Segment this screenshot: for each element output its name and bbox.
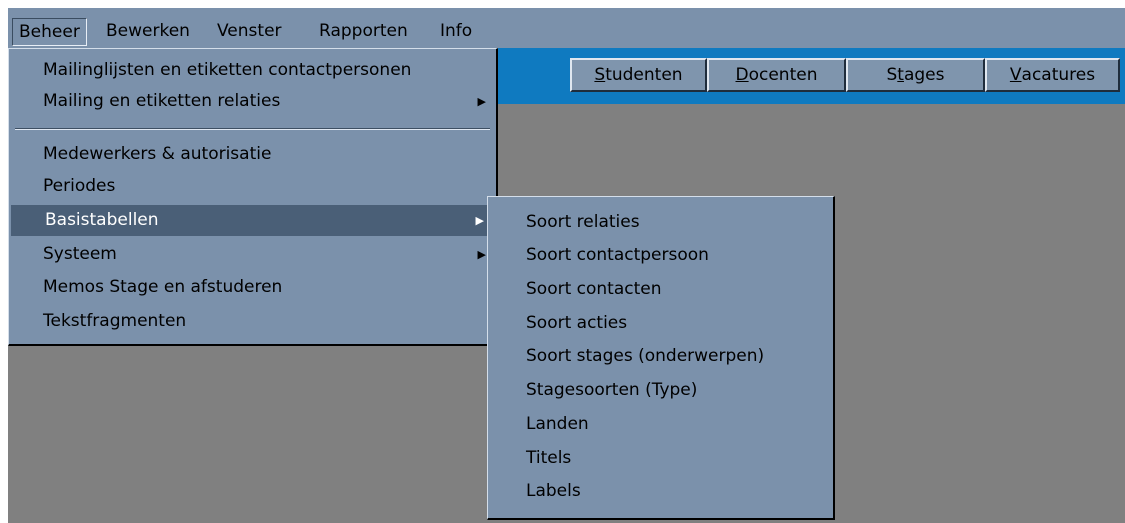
stages-label-rest: ages: [903, 65, 945, 85]
submenu-item-label: Labels: [526, 481, 581, 501]
vacatures-label-rest: acatures: [1021, 65, 1096, 85]
menu-item-tekstfragmenten[interactable]: Tekstfragmenten: [9, 306, 496, 337]
menu-item-systeem[interactable]: Systeem ▶: [9, 239, 496, 270]
menu-rapporten-label: Rapporten: [319, 21, 408, 41]
submenu-arrow-icon: ▶: [477, 95, 486, 108]
studenten-button[interactable]: Studenten: [570, 58, 707, 92]
submenu-item-titels[interactable]: Titels: [488, 443, 833, 474]
submenu-item-landen[interactable]: Landen: [488, 409, 833, 440]
docenten-button[interactable]: Docenten: [707, 58, 846, 92]
menu-bewerken-label: Bewerken: [106, 21, 190, 41]
studenten-mnemonic: S: [594, 65, 606, 85]
menu-item-periodes[interactable]: Periodes: [9, 171, 496, 202]
submenu-arrow-icon: ▶: [477, 248, 486, 261]
submenu-item-label: Soort stages (onderwerpen): [526, 346, 765, 366]
menu-item-basistabellen[interactable]: Basistabellen ▶: [11, 205, 494, 236]
vacatures-button[interactable]: Vacatures: [985, 58, 1120, 92]
menu-separator: [15, 128, 490, 130]
menu-item-mailing-relaties[interactable]: Mailing en etiketten relaties ▶: [9, 86, 496, 117]
menu-item-label: Tekstfragmenten: [43, 311, 187, 331]
menu-bar: Beheer Bewerken Venster Rapporten Info: [8, 8, 1125, 48]
submenu-item-label: Soort relaties: [526, 212, 640, 232]
submenu-item-label: Stagesoorten (Type): [526, 380, 698, 400]
stages-button[interactable]: St ages: [846, 58, 985, 92]
menu-venster-label: Venster: [217, 21, 282, 41]
menu-item-label: Periodes: [43, 176, 116, 196]
menu-item-label: Basistabellen: [45, 210, 159, 230]
menu-item-mailinglijsten[interactable]: Mailinglijsten en etiketten contactperso…: [9, 55, 496, 86]
submenu-item-soort-contactpersoon[interactable]: Soort contactpersoon: [488, 240, 833, 271]
submenu-item-label: Soort contactpersoon: [526, 245, 709, 265]
stages-label-pre: S: [886, 65, 898, 85]
menu-beheer[interactable]: Beheer: [12, 18, 87, 46]
submenu-item-soort-stages[interactable]: Soort stages (onderwerpen): [488, 341, 833, 372]
vacatures-mnemonic: V: [1009, 65, 1022, 85]
submenu-item-label: Landen: [526, 414, 589, 434]
menu-info[interactable]: Info: [434, 18, 478, 46]
submenu-item-label: Titels: [526, 448, 572, 468]
menu-info-label: Info: [440, 21, 473, 41]
menu-venster[interactable]: Venster: [211, 18, 288, 46]
submenu-item-soort-contacten[interactable]: Soort contacten: [488, 274, 833, 305]
submenu-item-label: Soort acties: [526, 313, 628, 333]
docenten-label-rest: ocenten: [748, 65, 818, 85]
docenten-mnemonic: D: [735, 65, 749, 85]
app-window: Beheer Bewerken Venster Rapporten Info S…: [8, 8, 1125, 523]
menu-bewerken[interactable]: Bewerken: [100, 18, 196, 46]
basistabellen-submenu: Soort relaties Soort contactpersoon Soor…: [487, 196, 835, 520]
menu-item-label: Systeem: [43, 244, 117, 264]
menu-beheer-label: Beheer: [19, 22, 80, 42]
submenu-item-soort-acties[interactable]: Soort acties: [488, 308, 833, 339]
menu-rapporten[interactable]: Rapporten: [313, 18, 414, 46]
menu-item-label: Mailing en etiketten relaties: [43, 91, 281, 111]
menu-item-medewerkers[interactable]: Medewerkers & autorisatie: [9, 139, 496, 170]
beheer-dropdown-menu: Mailinglijsten en etiketten contactperso…: [8, 48, 498, 346]
submenu-arrow-icon: ▶: [475, 214, 484, 227]
submenu-item-label: Soort contacten: [526, 279, 662, 299]
submenu-item-labels[interactable]: Labels: [488, 476, 833, 507]
menu-item-label: Mailinglijsten en etiketten contactperso…: [43, 60, 412, 80]
submenu-item-stagesoorten[interactable]: Stagesoorten (Type): [488, 375, 833, 406]
menu-item-memos-stage[interactable]: Memos Stage en afstuderen: [9, 272, 496, 303]
menu-item-label: Memos Stage en afstuderen: [43, 277, 283, 297]
submenu-item-soort-relaties[interactable]: Soort relaties: [488, 207, 833, 238]
studenten-label-rest: tudenten: [605, 65, 683, 85]
menu-item-label: Medewerkers & autorisatie: [43, 144, 272, 164]
stages-mnemonic: t: [897, 65, 904, 85]
